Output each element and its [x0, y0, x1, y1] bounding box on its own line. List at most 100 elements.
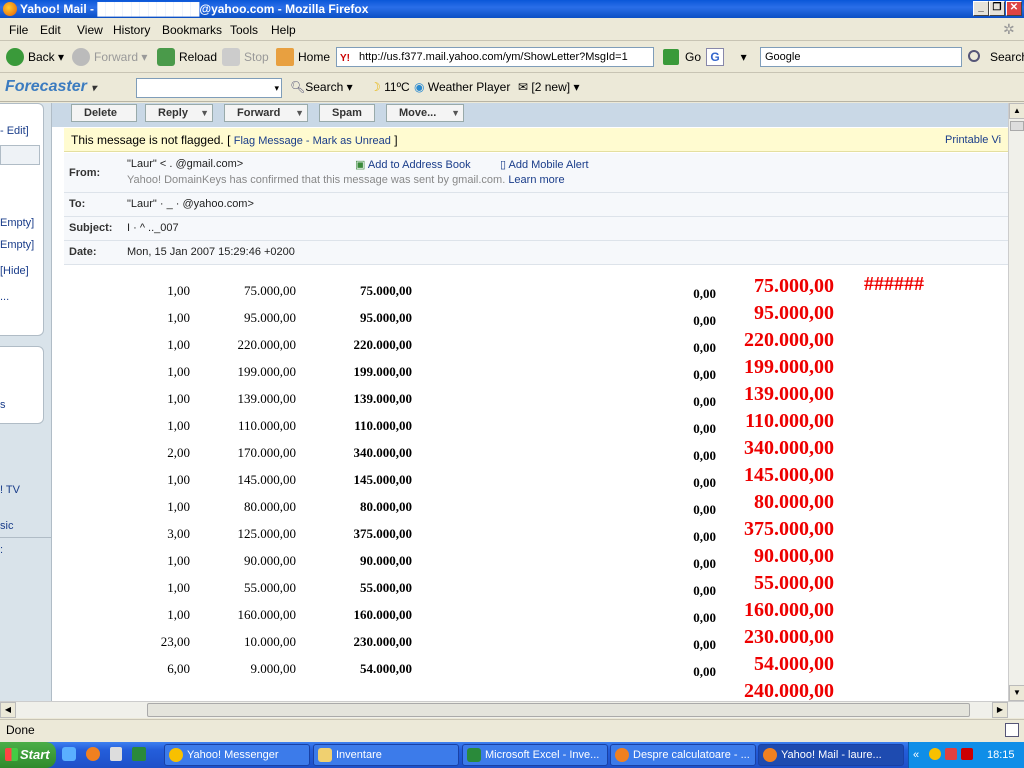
sidebar-hide-link[interactable]: [Hide]: [0, 265, 29, 277]
message-action-bar: Delete Reply ▼ Forward ▼ Spam Move... ▼: [52, 103, 1008, 127]
tray-messenger-icon[interactable]: [929, 748, 941, 760]
status-text: Done: [6, 723, 35, 737]
sidebar-item-tv[interactable]: ! TV: [0, 484, 20, 496]
delete-button[interactable]: Delete: [71, 104, 137, 122]
sidebar-item-music[interactable]: sic: [0, 520, 13, 532]
vertical-scroll-thumb[interactable]: [1010, 121, 1024, 131]
menu-view[interactable]: View: [77, 23, 103, 37]
flag-message-link[interactable]: Flag Message: [234, 135, 303, 147]
mark-unread-link[interactable]: Mark as Unread: [313, 135, 391, 147]
tray-app-icon[interactable]: [945, 748, 957, 760]
table-row: 1,00 55.000,00 55.000,00 0,00 55.000,00: [52, 570, 1008, 598]
sidebar-search-box[interactable]: [0, 145, 40, 165]
reply-button[interactable]: Reply ▼: [145, 104, 213, 122]
sidebar-panel-2: [0, 346, 44, 424]
sidebar-empty-link-2[interactable]: Empty]: [0, 239, 34, 251]
cell-quantity: 1,00: [167, 364, 190, 379]
system-tray: « 18:15: [908, 742, 1024, 768]
search-input[interactable]: Google: [760, 47, 962, 67]
reload-button[interactable]: Reload: [157, 47, 217, 67]
forecaster-search-input[interactable]: ▾: [136, 78, 282, 98]
temperature-readout[interactable]: ☽ 11ºC: [370, 80, 410, 94]
table-row: 1,00 75.000,00 75.000,00 0,00 75.000,00: [52, 273, 1008, 301]
weather-player-button[interactable]: ◉ Weather Player: [414, 80, 510, 94]
vertical-scrollbar[interactable]: ▲ ▼: [1008, 103, 1024, 701]
cell-total: 145.000,00: [353, 472, 413, 487]
minimize-button[interactable]: _: [973, 1, 989, 16]
printable-view-link[interactable]: Printable Vi: [945, 128, 1001, 152]
go-arrow-icon: [663, 49, 679, 65]
home-button[interactable]: Home: [276, 47, 330, 67]
forward-arrow-icon: [72, 48, 90, 66]
cell-quantity: 3,00: [167, 526, 190, 541]
tray-antivirus-icon[interactable]: [961, 748, 973, 760]
cell-unit-price: 125.000,00: [237, 526, 297, 541]
forward-button[interactable]: Forward ▾: [72, 47, 147, 67]
sidebar-empty-link-1[interactable]: Empty]: [0, 217, 34, 229]
quicklaunch-firefox-icon[interactable]: [86, 747, 100, 761]
menu-history[interactable]: History: [113, 23, 150, 37]
sidebar-item-colon[interactable]: :: [0, 544, 3, 556]
menu-help[interactable]: Help: [271, 23, 296, 37]
windows-taskbar: Start Yahoo! Messenger Inventare Microso…: [0, 742, 1024, 768]
task-inventare[interactable]: Inventare: [313, 744, 459, 766]
scroll-down-arrow-icon[interactable]: ▼: [1009, 685, 1024, 701]
add-to-address-book-link[interactable]: ▣ Add to Address Book: [355, 158, 471, 171]
cell-quantity: 1,00: [167, 391, 190, 406]
url-bar[interactable]: Y! http://us.f377.mail.yahoo.com/ym/Show…: [336, 47, 654, 67]
maximize-button[interactable]: ❐: [989, 1, 1005, 16]
menu-bookmarks[interactable]: Bookmarks: [162, 23, 222, 37]
quicklaunch-excel-icon[interactable]: [132, 747, 146, 761]
scroll-right-arrow-icon[interactable]: ▶: [992, 702, 1008, 718]
close-button[interactable]: ✕: [1006, 1, 1022, 16]
task-despre-calculatoare[interactable]: Despre calculatoare - ...: [610, 744, 756, 766]
search-engine-selector[interactable]: G ▾: [706, 47, 747, 67]
add-mobile-alert-link[interactable]: ▯ Add Mobile Alert: [500, 158, 589, 171]
cell-unit-price: 110.000,00: [237, 418, 296, 433]
menu-file[interactable]: File: [9, 23, 28, 37]
date-label: Date:: [69, 246, 97, 258]
tray-expand-icon[interactable]: «: [913, 742, 919, 768]
forward-mail-button[interactable]: Forward ▼: [224, 104, 308, 122]
cell-unit-price: 145.000,00: [237, 472, 297, 487]
scroll-left-arrow-icon[interactable]: ◀: [0, 702, 16, 718]
cell-unit-price: 139.000,00: [237, 391, 297, 406]
scroll-up-arrow-icon[interactable]: ▲: [1009, 103, 1024, 119]
folder-icon: [318, 748, 332, 762]
horizontal-scrollbar[interactable]: ◀ ▶: [0, 701, 1024, 718]
cell-quantity: 23,00: [160, 634, 190, 649]
learn-more-link[interactable]: Learn more: [508, 174, 564, 186]
forecaster-search-button[interactable]: 🔍︎Search ▾: [290, 80, 353, 94]
cell-quantity: 1,00: [167, 472, 190, 487]
cell-total: 199.000,00: [353, 364, 413, 379]
menu-bar: File Edit View History Bookmarks Tools H…: [0, 19, 1024, 41]
back-button[interactable]: Back ▾: [6, 47, 64, 67]
start-button[interactable]: Start: [0, 742, 56, 768]
cell-total: 90.000,00: [360, 553, 412, 568]
quicklaunch-ie-icon[interactable]: [62, 747, 76, 761]
cell-total: 139.000,00: [353, 391, 413, 406]
sidebar-more-link[interactable]: ...: [0, 291, 9, 303]
search-button[interactable]: Search: [968, 47, 1024, 67]
sidebar-edit-link[interactable]: - Edit]: [0, 125, 29, 137]
firefox-icon: [615, 748, 629, 762]
cell-red-total: 230.000,00: [744, 626, 834, 648]
cell-total: 160.000,00: [353, 607, 413, 622]
to-row: To: "Laur" · _ · @yahoo.com>: [64, 193, 1008, 217]
stop-button[interactable]: Stop: [222, 47, 269, 67]
sidebar-item-s[interactable]: s: [0, 399, 6, 411]
forecaster-brand[interactable]: Forecaster ▾: [5, 78, 96, 96]
mail-notifier-button[interactable]: ✉ [2 new] ▾: [518, 80, 579, 94]
horizontal-scroll-thumb[interactable]: [147, 703, 970, 717]
spam-button[interactable]: Spam: [319, 104, 375, 122]
task-yahoo-messenger[interactable]: Yahoo! Messenger: [164, 744, 310, 766]
cell-quantity: 1,00: [167, 418, 190, 433]
cell-quantity: 1,00: [167, 607, 190, 622]
quicklaunch-notepad-icon[interactable]: [110, 747, 122, 761]
move-button[interactable]: Move... ▼: [386, 104, 464, 122]
go-button[interactable]: Go: [663, 47, 701, 67]
task-yahoo-mail[interactable]: Yahoo! Mail - laure...: [758, 744, 904, 766]
menu-tools[interactable]: Tools: [230, 23, 258, 37]
menu-edit[interactable]: Edit: [40, 23, 61, 37]
task-excel[interactable]: Microsoft Excel - Inve...: [462, 744, 608, 766]
